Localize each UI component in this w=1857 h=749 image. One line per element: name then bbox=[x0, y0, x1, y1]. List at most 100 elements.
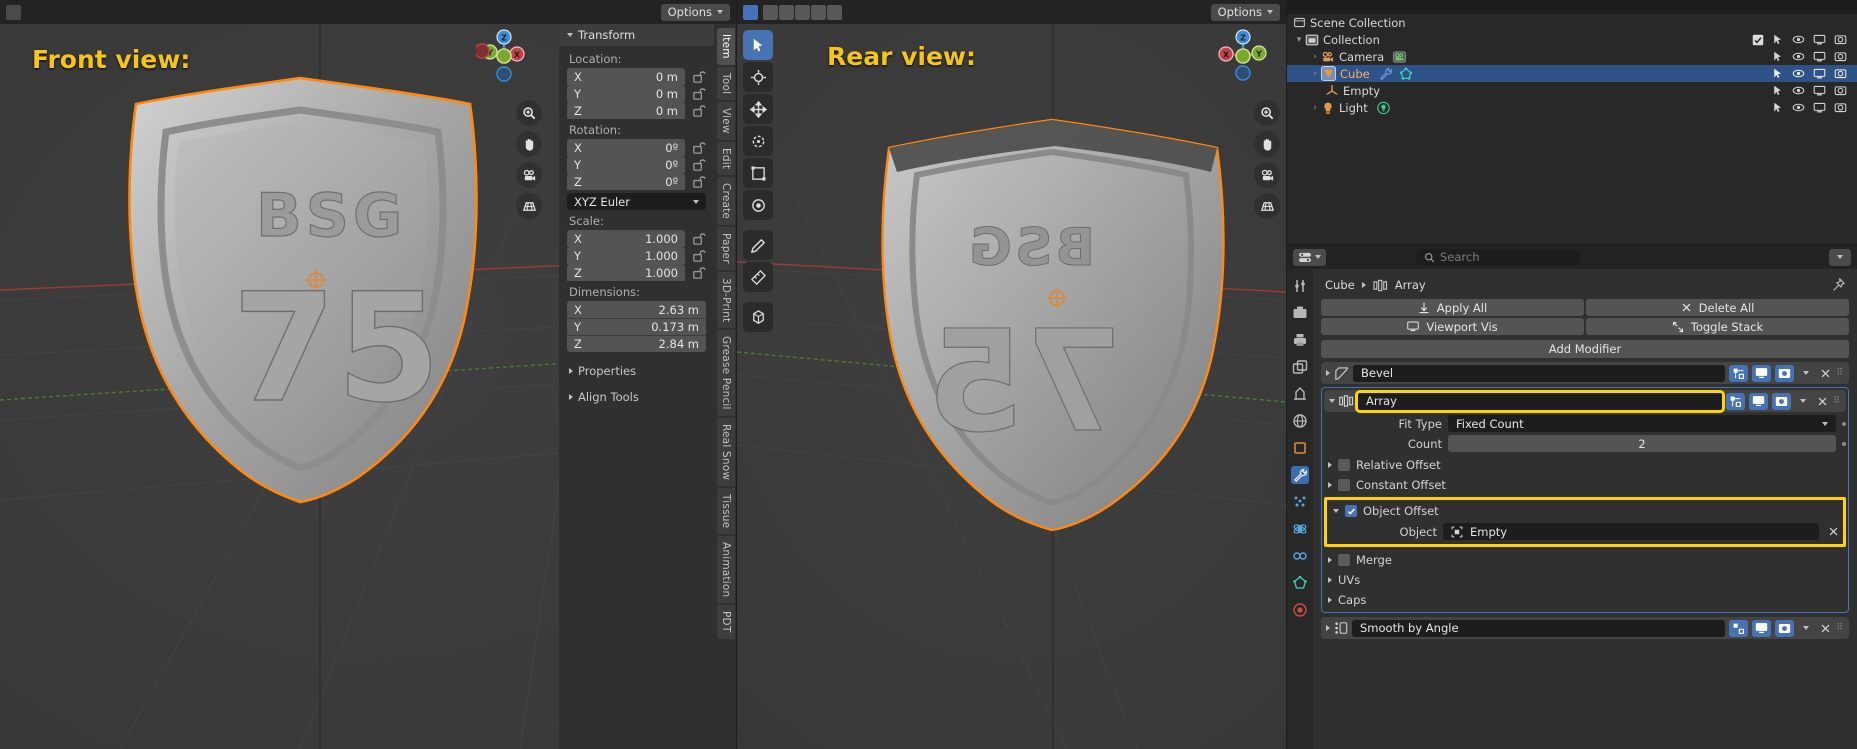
count-row[interactable]: Count 2 bbox=[1324, 435, 1846, 452]
overlays-icon[interactable] bbox=[827, 4, 842, 20]
hide-eye-icon[interactable] bbox=[1792, 33, 1805, 46]
selectable-arrow-icon[interactable] bbox=[1772, 51, 1784, 63]
selectable-arrow-icon[interactable] bbox=[1772, 102, 1784, 114]
array-realtime-toggle[interactable] bbox=[1749, 392, 1769, 410]
viewport-right-header-icons[interactable] bbox=[743, 4, 842, 20]
particles-properties-tab[interactable] bbox=[1291, 493, 1309, 511]
constant-offset-row[interactable]: Constant Offset bbox=[1324, 475, 1846, 495]
zoom-icon[interactable] bbox=[516, 100, 542, 126]
lock-open-icon[interactable] bbox=[691, 140, 706, 155]
viewport-toolbar[interactable] bbox=[743, 30, 773, 332]
chevron-down-icon[interactable] bbox=[1329, 399, 1335, 403]
sidebar-tab-paper[interactable]: Paper bbox=[717, 226, 735, 270]
render-properties-tab[interactable] bbox=[1291, 304, 1309, 322]
chevron-right-icon[interactable]: › bbox=[1309, 69, 1321, 79]
rotation-z-field[interactable]: Z 0º bbox=[567, 173, 685, 190]
properties-header[interactable]: Search bbox=[1287, 245, 1857, 269]
scale-fields[interactable]: X 1.000 Y 1.000 Z 1.000 bbox=[567, 230, 706, 281]
tool-properties-tab[interactable] bbox=[1291, 277, 1309, 295]
align-tools-section-header[interactable]: Align Tools bbox=[567, 386, 706, 406]
outliner-row-toggles[interactable] bbox=[1772, 84, 1857, 97]
fit-type-dropdown[interactable]: Fixed Count bbox=[1448, 415, 1836, 432]
constraints-properties-tab[interactable] bbox=[1291, 547, 1309, 565]
scene-properties-tab[interactable] bbox=[1291, 385, 1309, 403]
breadcrumb[interactable]: Cube Array bbox=[1321, 275, 1849, 299]
merge-row[interactable]: Merge bbox=[1324, 550, 1846, 570]
camera-data-icon[interactable] bbox=[1392, 50, 1407, 64]
sidebar-tab-grease-pencil[interactable]: Grease Pencil bbox=[717, 329, 735, 416]
bevel-extras-dropdown[interactable] bbox=[1798, 371, 1814, 375]
n-panel-tabstrip[interactable]: Item Tool View Edit Create Paper 3D-Prin… bbox=[714, 24, 736, 749]
rotation-mode-dropdown[interactable]: XYZ Euler bbox=[567, 193, 706, 210]
smooth-drag-handle[interactable]: ⠿ bbox=[1836, 623, 1844, 633]
bevel-remove-button[interactable] bbox=[1818, 368, 1832, 379]
chevron-down-icon[interactable] bbox=[1333, 509, 1339, 513]
orthographic-perspective-icon[interactable] bbox=[516, 193, 542, 219]
outliner-item-light[interactable]: › Light bbox=[1287, 99, 1857, 116]
chevron-right-icon[interactable] bbox=[1328, 557, 1332, 563]
modifier-properties-tab[interactable] bbox=[1291, 466, 1309, 484]
light-data-icon[interactable] bbox=[1376, 101, 1391, 115]
sidebar-tab-pdt[interactable]: PDT bbox=[717, 605, 735, 639]
sidebar-tab-animation[interactable]: Animation bbox=[717, 535, 735, 604]
smooth-edit-mode-toggle[interactable] bbox=[1729, 619, 1749, 637]
viewport-shading-material-icon[interactable] bbox=[795, 4, 810, 20]
modifier-wrench-icon[interactable] bbox=[1378, 67, 1394, 81]
viewport-left-header-icons[interactable] bbox=[6, 4, 21, 20]
bevel-edit-mode-toggle[interactable] bbox=[1729, 364, 1749, 382]
navigation-gizmo[interactable]: Z Y X bbox=[476, 26, 532, 82]
properties-tab-column[interactable] bbox=[1287, 269, 1313, 749]
modifier-properties-body[interactable]: Cube Array Apply All Delete All Viewport… bbox=[1313, 269, 1857, 749]
outliner-editor[interactable]: Scene Collection ▾ Collection › Camera ›… bbox=[1287, 0, 1857, 244]
tool-rotate[interactable] bbox=[743, 126, 773, 156]
modifier-bulk-actions-row1[interactable]: Apply All Delete All bbox=[1321, 299, 1849, 316]
disable-viewport-icon[interactable] bbox=[1813, 67, 1826, 80]
object-data-properties-tab[interactable] bbox=[1291, 574, 1309, 592]
dimensions-y-field[interactable]: Y 0.173 m bbox=[567, 318, 706, 335]
modifier-bulk-actions-row2[interactable]: Viewport Vis Toggle Stack bbox=[1321, 318, 1849, 335]
viewport-shading-rendered-icon[interactable] bbox=[811, 4, 826, 20]
lock-open-icon[interactable] bbox=[691, 231, 706, 246]
lock-open-icon[interactable] bbox=[691, 69, 706, 84]
count-field[interactable]: 2 bbox=[1448, 435, 1836, 452]
outliner-item-cube[interactable]: › Cube bbox=[1287, 65, 1857, 82]
output-properties-tab[interactable] bbox=[1291, 331, 1309, 349]
camera-view-icon[interactable] bbox=[1254, 162, 1280, 188]
uvs-row[interactable]: UVs bbox=[1324, 570, 1846, 590]
rotation-y-field[interactable]: Y 0º bbox=[567, 156, 685, 173]
pan-hand-icon[interactable] bbox=[1254, 131, 1280, 157]
scale-x-field[interactable]: X 1.000 bbox=[567, 230, 685, 247]
array-remove-button[interactable] bbox=[1815, 396, 1829, 407]
location-y-field[interactable]: Y 0 m bbox=[567, 85, 685, 102]
bevel-realtime-toggle[interactable] bbox=[1752, 364, 1772, 382]
outliner-item-empty[interactable]: Empty bbox=[1287, 82, 1857, 99]
location-fields[interactable]: X 0 m Y 0 m Z 0 m bbox=[567, 68, 706, 119]
location-x-field[interactable]: X 0 m bbox=[567, 68, 685, 85]
outliner-collection[interactable]: ▾ Collection bbox=[1287, 31, 1857, 48]
sidebar-tab-view[interactable]: View bbox=[717, 101, 735, 140]
transform-panel-header[interactable]: Transform bbox=[559, 24, 714, 46]
add-modifier-button[interactable]: Add Modifier bbox=[1321, 340, 1849, 358]
sidebar-tab-3d-print[interactable]: 3D-Print bbox=[717, 271, 735, 328]
object-offset-row[interactable]: Object Offset bbox=[1329, 501, 1841, 521]
world-properties-tab[interactable] bbox=[1291, 412, 1309, 430]
outliner-header[interactable] bbox=[1287, 0, 1857, 14]
hide-eye-icon[interactable] bbox=[1792, 50, 1805, 63]
array-drag-handle[interactable]: ⠿ bbox=[1833, 396, 1841, 406]
selectable-arrow-icon[interactable] bbox=[1772, 34, 1784, 46]
sidebar-tab-edit[interactable]: Edit bbox=[717, 141, 735, 175]
orthographic-perspective-icon[interactable] bbox=[1254, 193, 1280, 219]
outliner-row-toggles[interactable] bbox=[1772, 67, 1857, 80]
disable-render-icon[interactable] bbox=[1834, 101, 1847, 114]
outliner-row-toggles[interactable] bbox=[1752, 33, 1857, 46]
animate-property-dot[interactable] bbox=[1842, 441, 1846, 446]
smooth-remove-button[interactable] bbox=[1818, 623, 1832, 634]
modifier-bevel-name[interactable]: Bevel bbox=[1353, 364, 1726, 382]
caps-row[interactable]: Caps bbox=[1324, 590, 1846, 610]
object-offset-checkbox[interactable] bbox=[1345, 505, 1357, 517]
tool-cursor[interactable] bbox=[743, 62, 773, 92]
modifier-bevel[interactable]: Bevel ⠿ bbox=[1321, 362, 1849, 384]
navigation-gizmo[interactable]: Z Y X bbox=[1215, 26, 1271, 82]
search-input[interactable]: Search bbox=[1416, 248, 1581, 266]
shield-mesh-rear[interactable]: BSG 75 bbox=[737, 0, 1286, 749]
